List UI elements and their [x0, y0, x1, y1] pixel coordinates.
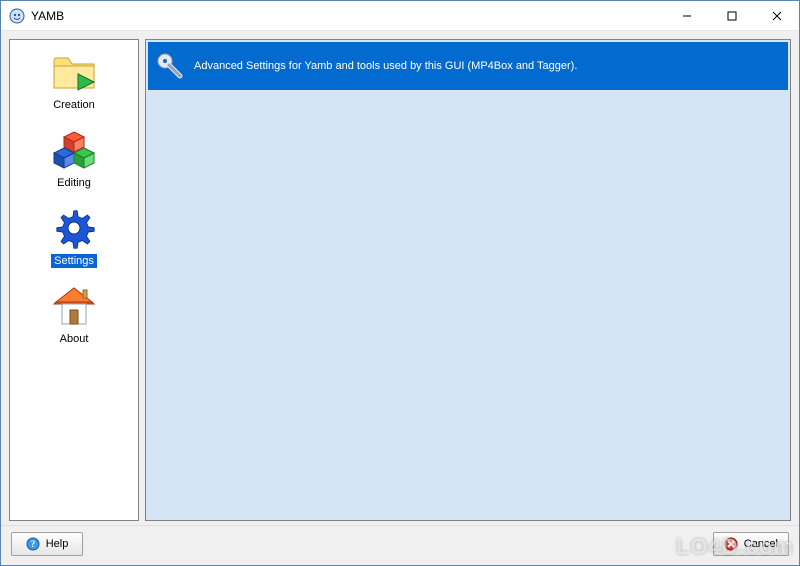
maximize-button[interactable]	[709, 1, 754, 30]
sidebar-item-settings[interactable]: Settings	[46, 202, 102, 270]
sidebar-item-label: Editing	[54, 176, 94, 190]
titlebar: YAMB	[1, 1, 799, 31]
cancel-button-label: Cancel	[744, 538, 778, 550]
sidebar-item-label: Creation	[50, 98, 98, 112]
window-title: YAMB	[31, 9, 64, 23]
main-row: Creation	[1, 31, 799, 525]
folder-play-icon	[50, 48, 98, 96]
gear-icon	[50, 204, 98, 252]
close-button[interactable]	[754, 1, 799, 30]
wrench-icon	[156, 52, 184, 80]
window-controls	[664, 1, 799, 30]
minimize-button[interactable]	[664, 1, 709, 30]
svg-text:?: ?	[30, 539, 35, 549]
home-icon	[50, 282, 98, 330]
cancel-button[interactable]: Cancel	[713, 532, 789, 556]
help-button[interactable]: ? Help	[11, 532, 83, 556]
sidebar-item-editing[interactable]: Editing	[46, 124, 102, 192]
cubes-icon	[50, 126, 98, 174]
help-icon: ?	[26, 537, 40, 551]
banner-text: Advanced Settings for Yamb and tools use…	[194, 60, 577, 72]
sidebar-item-label: Settings	[51, 254, 97, 268]
footer: ? Help Cancel	[1, 525, 799, 565]
sidebar-item-about[interactable]: About	[46, 280, 102, 348]
help-button-label: Help	[46, 538, 69, 550]
settings-banner: Advanced Settings for Yamb and tools use…	[148, 42, 788, 90]
sidebar: Creation	[9, 39, 139, 521]
sidebar-item-label: About	[57, 332, 92, 346]
sidebar-item-creation[interactable]: Creation	[46, 46, 102, 114]
app-icon	[9, 8, 25, 24]
window-body: Creation	[1, 31, 799, 565]
cancel-icon	[724, 537, 738, 551]
content-panel: Advanced Settings for Yamb and tools use…	[145, 39, 791, 521]
window: YAMB	[0, 0, 800, 566]
